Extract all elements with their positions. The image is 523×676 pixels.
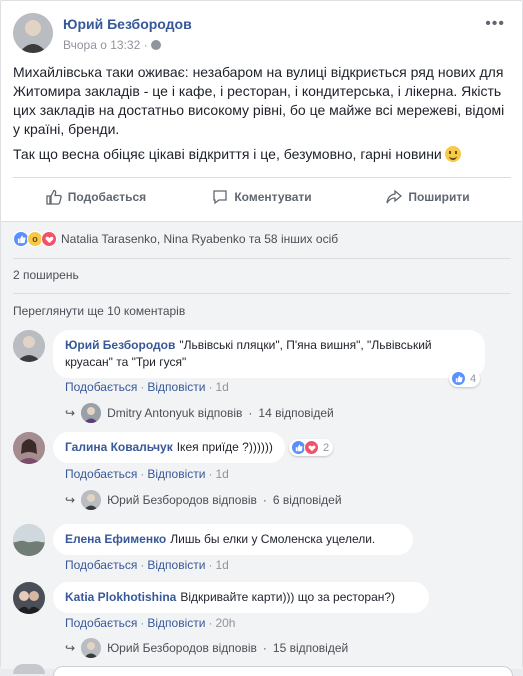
comment-reaction-count: 4 xyxy=(470,372,477,385)
post-time[interactable]: Вчора о 13:32 · xyxy=(63,38,148,52)
separator: · xyxy=(248,406,253,420)
reply-avatar xyxy=(81,638,102,658)
comment-like-link[interactable]: Подобається xyxy=(65,616,137,630)
replies-link[interactable]: ↪ Юрий Безбородов відповів · 6 відповіде… xyxy=(65,490,342,510)
love-reaction-icon xyxy=(41,231,57,247)
comment-text: Лишь бы елки у Смоленска уцелели. xyxy=(170,532,376,546)
comment-actions: Подобається · Відповісти · 1d xyxy=(65,380,229,394)
comment-bubble: Юрий Безбородов "Львівські пляцки", П'яна… xyxy=(53,330,485,378)
new-comment-row xyxy=(13,664,513,676)
comment-author[interactable]: Галина Ковальчук xyxy=(65,440,173,454)
replies-link[interactable]: ↪ Dmitry Antonyuk відповів · 14 відповід… xyxy=(65,403,334,423)
comment-label: Коментувати xyxy=(234,190,312,204)
comment-actions: Подобається · Відповісти · 1d xyxy=(65,558,229,572)
reply-arrow-icon: ↪ xyxy=(65,641,76,655)
post-header: Юрий Безбородов Вчора о 13:32 · ••• xyxy=(13,13,513,57)
divider xyxy=(13,177,511,178)
comment-like-link[interactable]: Подобається xyxy=(65,467,137,481)
comment-author[interactable]: Елена Ефименко xyxy=(65,532,166,546)
reply-avatar xyxy=(81,490,102,510)
commenter-avatar[interactable] xyxy=(13,330,45,362)
replies-link[interactable]: ↪ Юрий Безбородов відповів · 15 відповід… xyxy=(65,638,348,658)
comment-button[interactable]: Коментувати xyxy=(179,182,345,212)
commenter-avatar[interactable] xyxy=(13,582,45,614)
share-icon xyxy=(386,189,403,205)
share-label: Поширити xyxy=(408,190,470,204)
reply-count: 15 відповідей xyxy=(272,641,349,655)
comment-actions: Подобається · Відповісти · 20h xyxy=(65,616,236,630)
reply-count: 6 відповідей xyxy=(272,493,342,507)
like-button[interactable]: Подобається xyxy=(13,182,179,212)
divider xyxy=(13,293,511,294)
comment: Katia Plokhotishina Відкривайте карти))) … xyxy=(13,582,513,662)
comment-reactions[interactable]: 4 xyxy=(449,370,481,387)
author-avatar[interactable] xyxy=(13,13,53,53)
love-reaction-icon xyxy=(304,440,319,455)
reply-arrow-icon: ↪ xyxy=(65,493,76,507)
like-label: Подобається xyxy=(67,190,147,204)
commenter-avatar[interactable] xyxy=(13,524,45,556)
comment-reply-link[interactable]: Відповісти xyxy=(147,467,205,481)
comment-age[interactable]: 1d xyxy=(215,380,228,394)
comment-reply-link[interactable]: Відповісти xyxy=(147,380,205,394)
comment-reaction-count: 2 xyxy=(323,441,330,454)
thumbs-up-icon xyxy=(46,189,62,205)
comment-reply-link[interactable]: Відповісти xyxy=(147,558,205,572)
comment-actions: Подобається · Відповісти · 1d xyxy=(65,467,229,481)
comment-text: Відкривайте карти))) що за ресторан?) xyxy=(180,590,396,604)
comments-section: o Natalia Tarasenko, Nina Ryabenko та 58… xyxy=(1,221,522,676)
reactions-text[interactable]: Natalia Tarasenko, Nina Ryabenko та 58 і… xyxy=(61,232,338,246)
share-button[interactable]: Поширити xyxy=(345,182,511,212)
separator: · xyxy=(262,641,267,655)
reply-count: 14 відповідей xyxy=(258,406,334,420)
commenter-avatar[interactable] xyxy=(13,432,45,464)
comment-reactions[interactable]: 2 xyxy=(289,439,334,456)
post-body: Михайлівська таки оживає: незабаром на в… xyxy=(13,63,508,170)
post-timestamp[interactable]: Вчора о 13:32 · xyxy=(63,38,161,52)
comment-like-link[interactable]: Подобається xyxy=(65,558,137,572)
view-more-comments-link[interactable]: Переглянути ще 10 коментарів xyxy=(13,304,185,318)
reply-arrow-icon: ↪ xyxy=(65,406,76,420)
more-horizontal-icon[interactable]: ••• xyxy=(485,15,505,33)
like-reaction-icon xyxy=(451,371,466,386)
comment-age[interactable]: 1d xyxy=(215,558,228,572)
comment-bubble: Галина Ковальчук Ікея приїде ?)))))) xyxy=(53,432,285,463)
post-paragraph: Михайлівська таки оживає: незабаром на в… xyxy=(13,64,505,137)
comment-age[interactable]: 1d xyxy=(215,467,228,481)
comment-icon xyxy=(212,189,228,205)
comment: Елена Ефименко Лишь бы елки у Смоленска у… xyxy=(13,524,513,574)
divider xyxy=(13,258,511,259)
reply-author: Dmitry Antonyuk відповів xyxy=(107,406,243,420)
comment: Галина Ковальчук Ікея приїде ?)))))) 2 По… xyxy=(13,432,513,512)
post-paragraph-text: Так що весна обіцяє цікаві відкриття і ц… xyxy=(13,146,442,162)
comment-author[interactable]: Katia Plokhotishina xyxy=(65,590,176,604)
reply-author: Юрий Безбородов відповів xyxy=(107,641,257,655)
comment-like-link[interactable]: Подобається xyxy=(65,380,137,394)
comment-author[interactable]: Юрий Безбородов xyxy=(65,338,175,352)
post-actions: Подобається Коментувати Поширити xyxy=(13,182,511,212)
smile-emoji-icon xyxy=(444,146,461,162)
comment-text: Ікея приїде ?)))))) xyxy=(176,440,273,454)
reply-author: Юрий Безбородов відповів xyxy=(107,493,257,507)
comment: Юрий Безбородов "Львівські пляцки", П'яна… xyxy=(13,330,513,423)
post-paragraph-2: Так що весна обіцяє цікаві відкриття і ц… xyxy=(13,145,508,164)
separator: · xyxy=(262,493,267,507)
comment-reply-link[interactable]: Відповісти xyxy=(147,616,205,630)
post-card: Юрий Безбородов Вчора о 13:32 · ••• Миха… xyxy=(0,0,523,676)
reply-avatar xyxy=(81,403,102,423)
reactions-summary[interactable]: o Natalia Tarasenko, Nina Ryabenko та 58… xyxy=(13,230,338,248)
current-user-avatar[interactable] xyxy=(13,664,45,674)
comment-age[interactable]: 20h xyxy=(215,616,235,630)
comment-bubble: Елена Ефименко Лишь бы елки у Смоленска у… xyxy=(53,524,413,555)
post-author[interactable]: Юрий Безбородов xyxy=(63,16,192,32)
globe-icon xyxy=(150,40,161,50)
comment-bubble: Katia Plokhotishina Відкривайте карти))) … xyxy=(53,582,429,613)
shares-count[interactable]: 2 поширень xyxy=(13,268,79,282)
